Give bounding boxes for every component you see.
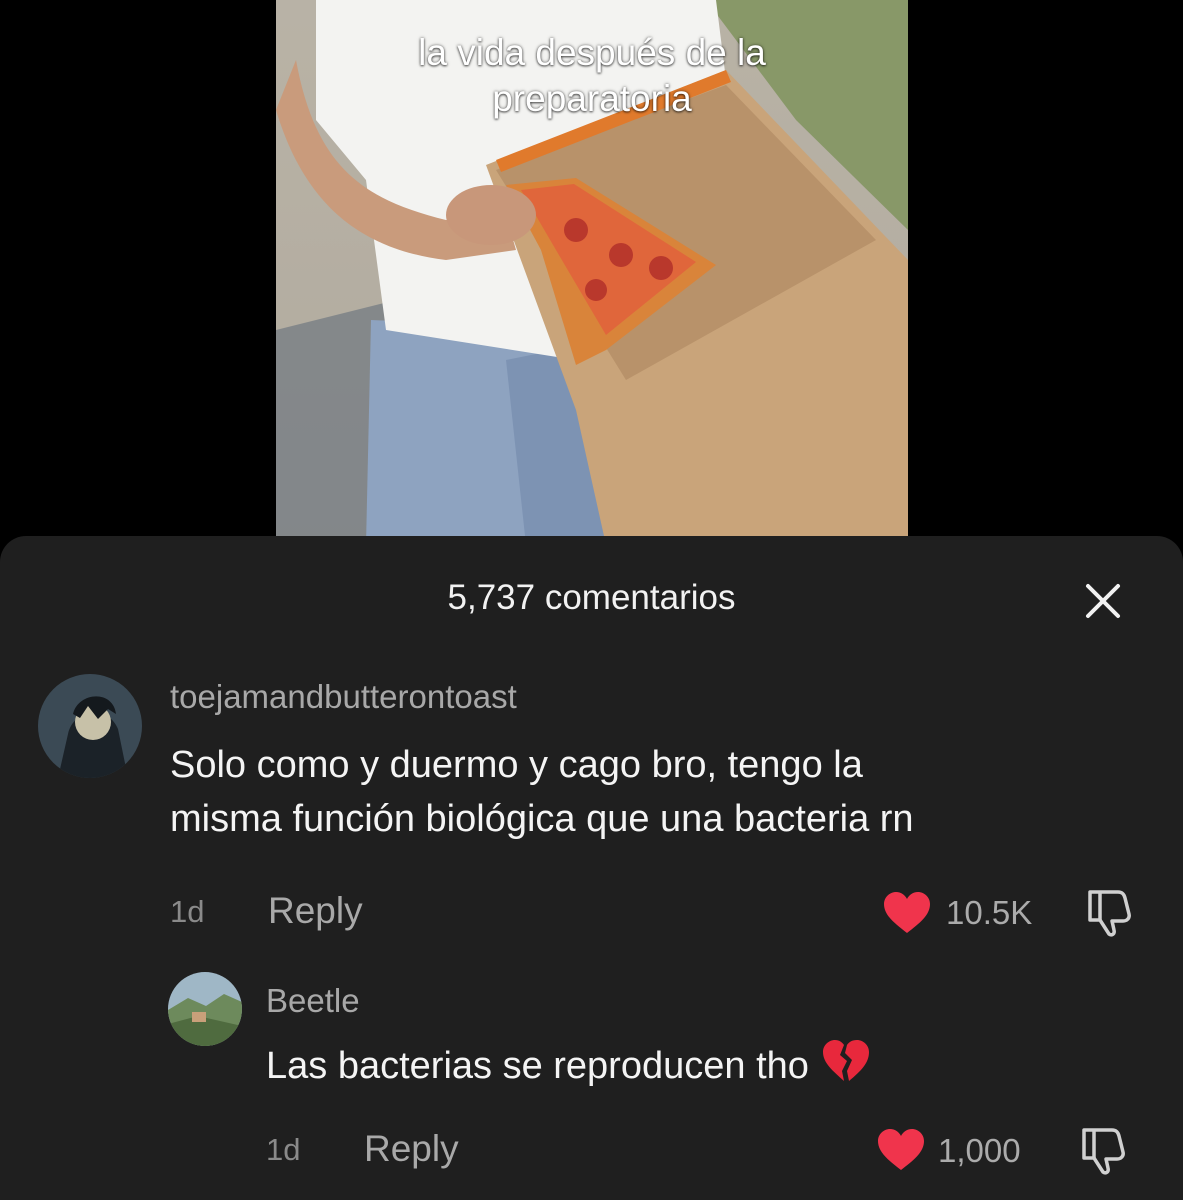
heart-icon[interactable] bbox=[876, 1128, 926, 1172]
comments-sheet: 5,737 comentarios toejamandbutterontoast… bbox=[0, 536, 1183, 1200]
comment-text-line-1: Solo como y duermo y cago bro, tengo la bbox=[170, 744, 863, 786]
comment-timestamp: 1d bbox=[170, 894, 205, 929]
like-count: 10.5K bbox=[946, 894, 1033, 931]
avatar[interactable] bbox=[38, 674, 142, 778]
comment-username[interactable]: toejamandbutterontoast bbox=[170, 678, 517, 716]
dislike-icon[interactable] bbox=[1084, 886, 1136, 938]
comment-text: Las bacterias se reproducen tho bbox=[266, 1038, 871, 1093]
comments-count-title: 5,737 comentarios bbox=[447, 578, 736, 617]
comment-text: Solo como y duermo y cago bro, tengo la … bbox=[170, 738, 914, 846]
heart-icon[interactable] bbox=[882, 891, 932, 935]
video-player[interactable]: la vida después de la preparatoria bbox=[276, 0, 908, 545]
video-caption: la vida después de la preparatoria bbox=[276, 30, 908, 122]
like-count: 1,000 bbox=[938, 1132, 1021, 1169]
close-icon bbox=[1086, 584, 1120, 618]
caption-line-1: la vida después de la bbox=[418, 32, 766, 73]
comment-text-body: Las bacterias se reproducen tho bbox=[266, 1045, 809, 1087]
reply-button[interactable]: Reply bbox=[364, 1128, 459, 1170]
dislike-icon[interactable] bbox=[1078, 1124, 1130, 1176]
caption-line-2: preparatoria bbox=[492, 78, 692, 119]
reply-button[interactable]: Reply bbox=[268, 890, 363, 932]
avatar[interactable] bbox=[168, 972, 242, 1046]
comment-timestamp: 1d bbox=[266, 1132, 301, 1167]
comment-username[interactable]: Beetle bbox=[266, 982, 360, 1020]
close-button[interactable] bbox=[1080, 578, 1126, 624]
broken-heart-icon bbox=[822, 1040, 869, 1081]
comment-text-line-2: misma función biológica que una bacteria… bbox=[170, 798, 914, 840]
